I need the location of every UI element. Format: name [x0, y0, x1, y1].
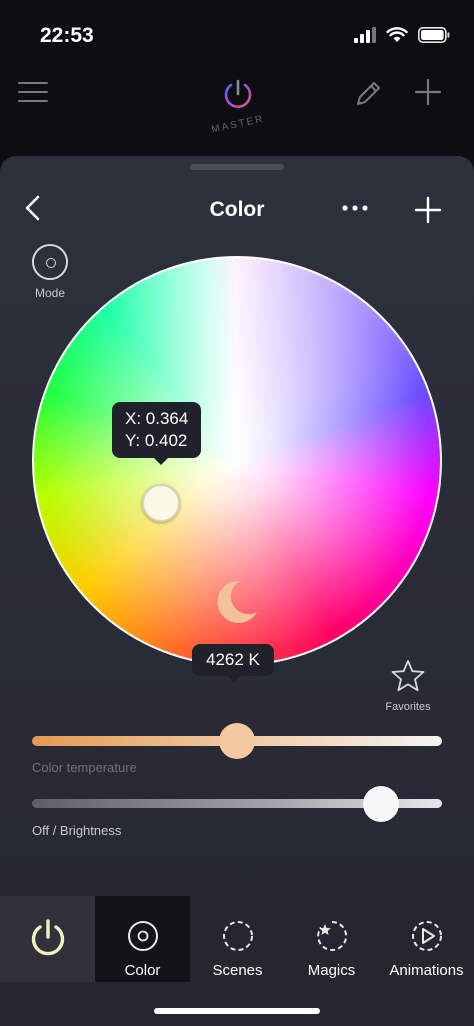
kelvin-label: 4262 K: [192, 644, 274, 682]
master-label: MASTER: [210, 113, 266, 136]
color-wheel-area[interactable]: X: 0.364 Y: 0.402 4262 K: [32, 256, 442, 682]
color-temperature-thumb[interactable]: [219, 723, 255, 759]
sheet-grabber[interactable]: [190, 164, 284, 170]
sheet-title: Color: [209, 198, 265, 221]
tab-animations[interactable]: Animations: [379, 896, 474, 982]
signal-icon: [354, 27, 376, 43]
color-temperature-slider[interactable]: [32, 723, 442, 759]
favorites-button[interactable]: Favorites: [380, 658, 436, 713]
master-power-button[interactable]: MASTER: [200, 78, 276, 142]
color-temperature-label: Color temperature: [32, 760, 137, 775]
xy-tooltip-y: Y: 0.402: [125, 431, 188, 450]
star-icon: [391, 660, 425, 692]
tab-power[interactable]: [0, 896, 95, 982]
add-color-icon[interactable]: [414, 196, 442, 224]
color-mode-icon: [127, 921, 158, 951]
color-picker-handle[interactable]: [142, 484, 180, 522]
color-sheet: Color Mode X: 0.364 Y: 0.402 4262 K Favo…: [0, 156, 474, 896]
bottom-tab-bar: Color Scenes Magics Animations: [0, 896, 474, 1026]
xy-tooltip: X: 0.364 Y: 0.402: [112, 402, 202, 465]
xy-tooltip-x: X: 0.364: [125, 409, 189, 428]
favorites-label: Favorites: [385, 701, 431, 713]
brightness-label: Off / Brightness: [32, 823, 122, 838]
brightness-slider[interactable]: [32, 785, 442, 822]
moon-icon[interactable]: [210, 576, 262, 628]
tab-scenes-label: Scenes: [212, 962, 263, 979]
tab-magics[interactable]: Magics: [284, 896, 379, 982]
home-indicator[interactable]: [154, 1008, 320, 1014]
tab-color-label: Color: [124, 962, 161, 979]
power-icon: [31, 919, 64, 956]
master-power-icon: [224, 79, 252, 108]
battery-icon: [418, 27, 450, 43]
tab-scenes[interactable]: Scenes: [190, 896, 285, 982]
more-options-icon[interactable]: [340, 198, 370, 218]
magics-icon: [316, 920, 347, 951]
scenes-icon: [222, 921, 253, 951]
status-bar: 22:53: [0, 0, 474, 70]
menu-icon[interactable]: [18, 82, 48, 104]
status-time: 22:53: [40, 24, 94, 47]
wifi-icon: [386, 27, 408, 42]
animations-icon: [411, 921, 442, 951]
edit-pencil-icon[interactable]: [354, 78, 384, 108]
status-icons: [354, 27, 450, 43]
brightness-thumb[interactable]: [362, 785, 399, 822]
top-app-bar: MASTER: [0, 70, 474, 156]
add-top-icon[interactable]: [414, 78, 442, 106]
tab-color[interactable]: Color: [95, 896, 190, 982]
tab-animations-label: Animations: [389, 962, 464, 979]
tab-magics-label: Magics: [307, 962, 356, 979]
